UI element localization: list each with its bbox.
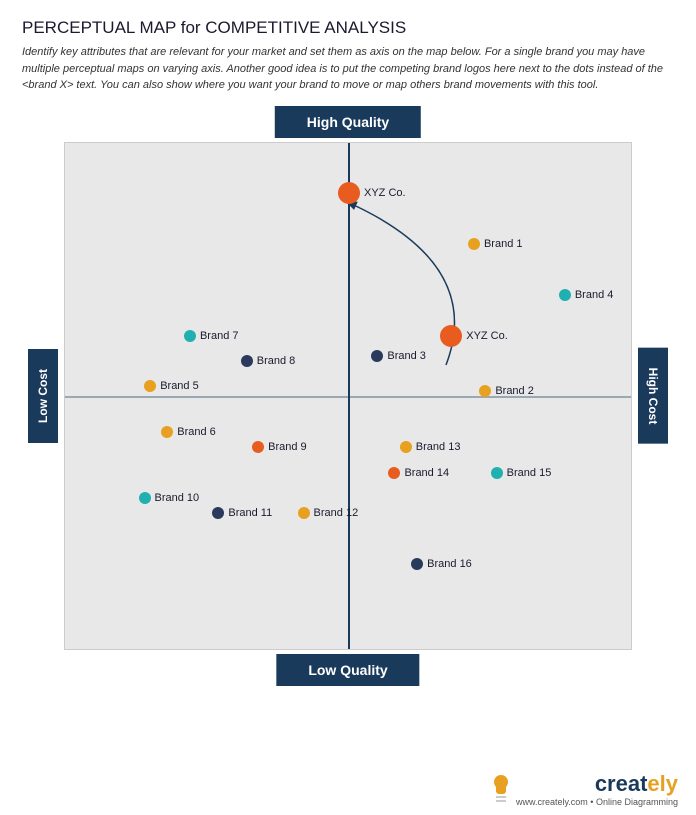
label-brand9: Brand 9 xyxy=(268,441,307,453)
axis-top-label: High Quality xyxy=(275,106,421,138)
label-brand8: Brand 8 xyxy=(257,355,296,367)
dot-brand3 xyxy=(371,350,383,362)
page-title: PERCEPTUAL MAP for COMPETITIVE ANALYSIS xyxy=(22,18,674,38)
dot-brand8 xyxy=(241,355,253,367)
description: Identify key attributes that are relevan… xyxy=(22,44,674,94)
dot-brand4 xyxy=(559,289,571,301)
label-brand4: Brand 4 xyxy=(575,289,614,301)
label-brand16: Brand 16 xyxy=(427,558,472,570)
dot-brand14 xyxy=(388,467,400,479)
title-suffix: for COMPETITIVE ANALYSIS xyxy=(176,18,406,37)
axis-right-label: High Cost xyxy=(638,347,668,444)
label-brand2: Brand 2 xyxy=(495,385,534,397)
vertical-axis-line xyxy=(348,143,350,649)
dot-brand1 xyxy=(468,238,480,250)
dot-xyz-co-1 xyxy=(338,182,360,204)
label-brand6: Brand 6 xyxy=(177,426,216,438)
label-brand1: Brand 1 xyxy=(484,238,523,250)
label-brand5: Brand 5 xyxy=(160,380,199,392)
plot-area: XYZ Co. Brand 1 Brand 4 XYZ Co. Brand 3 Brand… xyxy=(64,142,632,650)
dot-brand11 xyxy=(212,507,224,519)
dot-brand2 xyxy=(479,385,491,397)
label-brand12: Brand 12 xyxy=(314,507,359,519)
axis-bottom-label: Low Quality xyxy=(276,654,419,686)
page: PERCEPTUAL MAP for COMPETITIVE ANALYSIS … xyxy=(0,0,696,815)
label-brand15: Brand 15 xyxy=(507,467,552,479)
dot-brand10 xyxy=(139,492,151,504)
dot-brand12 xyxy=(298,507,310,519)
axis-left-label: Low Cost xyxy=(28,349,58,443)
creately-name: creately xyxy=(595,771,678,797)
footer: creately www.creately.com • Online Diagr… xyxy=(492,771,678,807)
label-brand3: Brand 3 xyxy=(387,350,426,362)
dot-brand9 xyxy=(252,441,264,453)
label-brand13: Brand 13 xyxy=(416,441,461,453)
label-xyz-co-1: XYZ Co. xyxy=(364,187,406,199)
dot-brand7 xyxy=(184,330,196,342)
label-xyz-co-2: XYZ Co. xyxy=(466,330,508,342)
label-brand11: Brand 11 xyxy=(228,507,272,519)
dot-brand16 xyxy=(411,558,423,570)
dot-brand15 xyxy=(491,467,503,479)
label-brand14: Brand 14 xyxy=(404,467,449,479)
title-main: PERCEPTUAL MAP xyxy=(22,18,176,37)
label-brand7: Brand 7 xyxy=(200,330,239,342)
creately-logo: creately www.creately.com • Online Diagr… xyxy=(516,771,678,807)
dot-brand6 xyxy=(161,426,173,438)
bulb-icon xyxy=(492,775,510,803)
creately-highlight: ely xyxy=(647,771,678,796)
dot-brand13 xyxy=(400,441,412,453)
creately-sub: www.creately.com • Online Diagramming xyxy=(516,797,678,807)
chart-container: High Quality Low Quality Low Cost High C… xyxy=(28,106,668,686)
label-brand10: Brand 10 xyxy=(155,492,200,504)
dot-brand5 xyxy=(144,380,156,392)
dot-xyz-co-2 xyxy=(440,325,462,347)
